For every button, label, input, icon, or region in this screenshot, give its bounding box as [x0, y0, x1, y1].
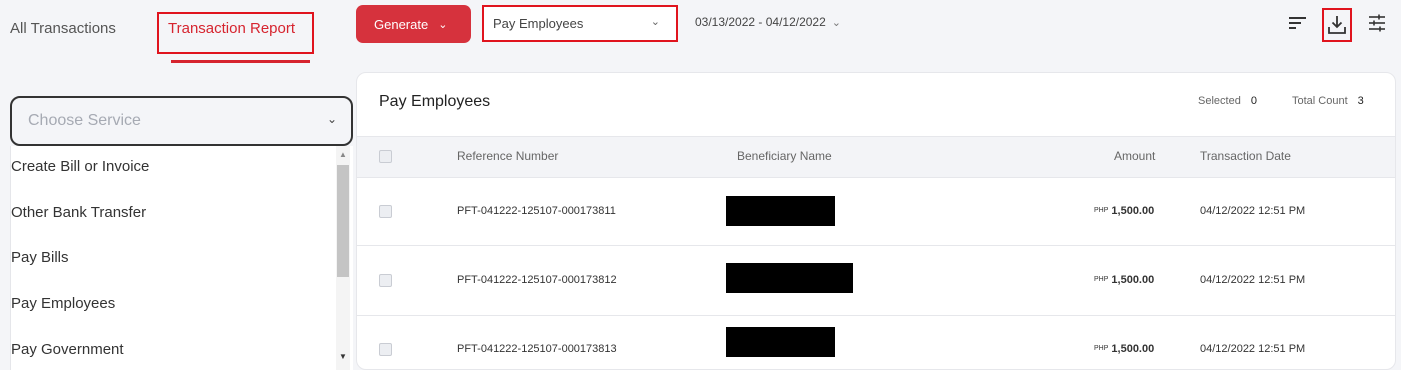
row-divider [357, 315, 1395, 316]
date-range-picker[interactable]: 03/13/2022 - 04/12/2022 ⌄ [695, 15, 841, 29]
redacted-beneficiary-name [726, 327, 835, 357]
row-checkbox[interactable] [379, 274, 392, 287]
selected-value: 0 [1250, 95, 1257, 107]
scroll-down-arrow-icon[interactable]: ▼ [339, 352, 347, 361]
chevron-down-icon: ⌄ [326, 112, 337, 126]
row-amount: PHP 1,500.00 [1094, 343, 1154, 355]
tab-all-transactions[interactable]: All Transactions [10, 20, 116, 37]
download-icon[interactable] [1322, 8, 1352, 42]
choose-service-placeholder: Choose Service [28, 112, 141, 129]
currency-code: PHP [1094, 207, 1109, 214]
scrollbar-thumb[interactable] [337, 165, 349, 277]
service-select-value: Pay Employees [493, 16, 584, 31]
tab-transaction-report[interactable]: Transaction Report [168, 20, 295, 37]
report-card [356, 72, 1396, 370]
active-tab-indicator [171, 60, 310, 63]
row-reference: PFT-041222-125107-000173813 [457, 343, 617, 355]
filter-settings-icon[interactable] [1364, 10, 1390, 36]
chevron-down-icon: ⌄ [438, 18, 448, 31]
row-checkbox[interactable] [379, 343, 392, 356]
scroll-up-arrow-icon[interactable]: ▲ [339, 150, 347, 159]
service-option[interactable]: Pay Employees [11, 295, 115, 312]
column-header-beneficiary: Beneficiary Name [737, 149, 832, 163]
row-date: 04/12/2022 12:51 PM [1200, 274, 1306, 286]
generate-button-label: Generate [374, 16, 429, 32]
row-date: 04/12/2022 12:51 PM [1200, 343, 1306, 355]
row-reference: PFT-041222-125107-000173811 [457, 205, 616, 217]
amount-value: 1,500.00 [1111, 274, 1155, 286]
service-option[interactable]: Pay Government [11, 341, 124, 358]
total-count: Total Count 3 [1292, 95, 1364, 107]
service-select[interactable]: Pay Employees ⌄ [482, 5, 678, 42]
service-option[interactable]: Create Bill or Invoice [11, 158, 149, 175]
row-reference: PFT-041222-125107-000173812 [457, 274, 617, 286]
selected-count: Selected 0 [1198, 95, 1257, 107]
sort-icon[interactable] [1285, 10, 1311, 36]
total-label: Total Count [1292, 95, 1348, 107]
generate-button[interactable]: Generate ⌄ [356, 5, 471, 43]
currency-code: PHP [1094, 345, 1109, 352]
row-checkbox[interactable] [379, 205, 392, 218]
chevron-down-icon: ⌄ [831, 17, 841, 29]
row-divider [357, 245, 1395, 246]
transaction-report-page: All Transactions Transaction Report Gene… [0, 0, 1401, 370]
selected-label: Selected [1198, 95, 1241, 107]
row-amount: PHP 1,500.00 [1094, 274, 1154, 286]
amount-value: 1,500.00 [1111, 343, 1155, 355]
row-amount: PHP 1,500.00 [1094, 205, 1154, 217]
chevron-down-icon: ⌄ [650, 16, 660, 28]
select-all-checkbox[interactable] [379, 150, 392, 163]
total-value: 3 [1357, 95, 1364, 107]
date-range-value: 03/13/2022 - 04/12/2022 [695, 15, 826, 29]
service-option[interactable]: Pay Bills [11, 249, 69, 266]
choose-service-select[interactable]: Choose Service ⌄ [10, 96, 353, 146]
column-header-amount: Amount [1114, 149, 1156, 163]
service-option[interactable]: Other Bank Transfer [11, 204, 146, 221]
column-header-reference: Reference Number [457, 149, 559, 163]
redacted-beneficiary-name [726, 196, 835, 226]
report-title: Pay Employees [379, 93, 491, 110]
redacted-beneficiary-name [726, 263, 853, 293]
row-date: 04/12/2022 12:51 PM [1200, 205, 1306, 217]
column-header-date: Transaction Date [1200, 149, 1291, 163]
amount-value: 1,500.00 [1111, 205, 1155, 217]
currency-code: PHP [1094, 276, 1109, 283]
